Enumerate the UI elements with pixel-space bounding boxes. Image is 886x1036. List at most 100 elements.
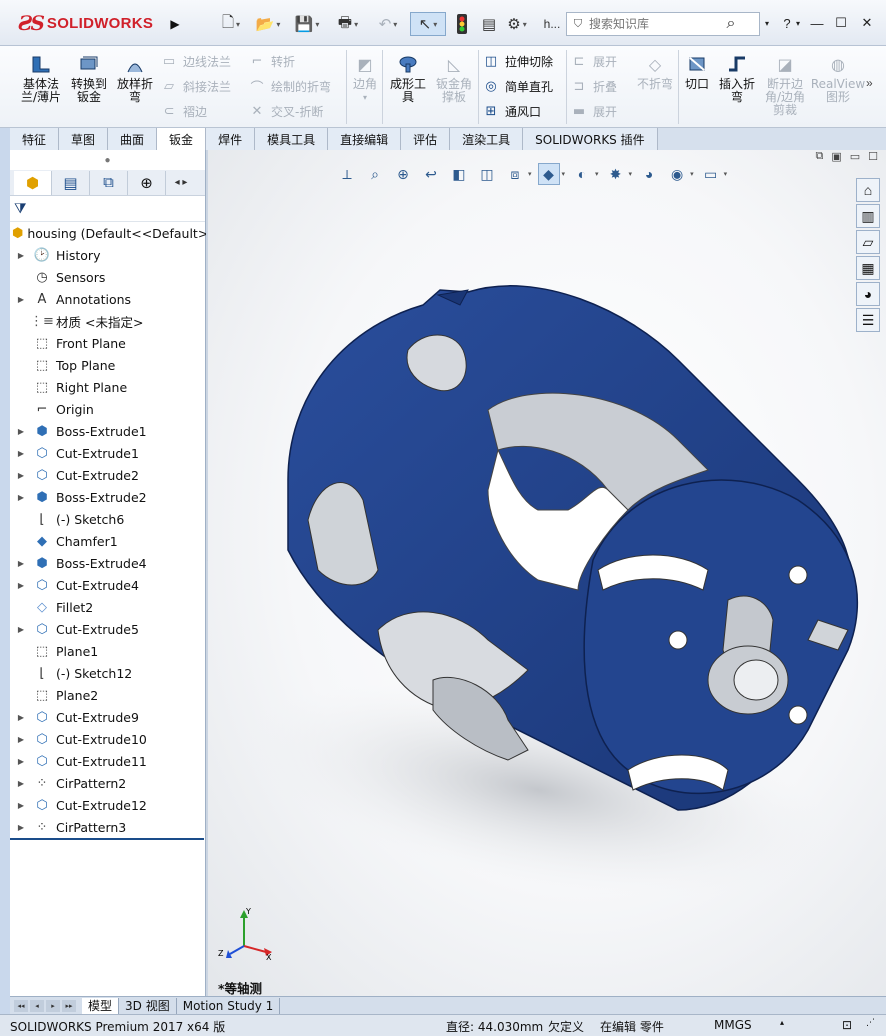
tab-scroll-arrows-icon[interactable]: ◂ ▸ (166, 173, 196, 193)
tree-item-history[interactable]: ▶ 🕑 History (10, 244, 205, 266)
options-gear-icon[interactable]: ⚙ ▾ (502, 12, 532, 36)
print-icon[interactable]: 🖶 ▾ (332, 12, 364, 36)
feature-manager-tab-icon[interactable]: ⬢ (14, 170, 52, 195)
save-icon[interactable]: 💾 ▾ (292, 12, 322, 36)
tree-item-cut-extrude9[interactable]: ▶ ⬡ Cut-Extrude9 (10, 706, 205, 728)
edge-flange-button[interactable]: ▭ 边线法兰 (160, 50, 231, 72)
expand-arrow-icon[interactable]: ▶ (10, 779, 32, 788)
tree-item-origin[interactable]: ⌐ Origin (10, 398, 205, 420)
tree-item-boss-extrude1[interactable]: ▶ ⬢ Boss-Extrude1 (10, 420, 205, 442)
graphics-area[interactable]: ⧉ ▣ ▭ ☐ ⟂ ⌕ ⊕ ↩ ◧ ◫ ⧈ ▾ ◆ ▾ ◐ ▾ ✸ ▾ ◕ ◉ ▾ ▭ ▾ … (208, 150, 886, 996)
maximize-icon[interactable]: ☐ (830, 12, 852, 34)
jog-button[interactable]: ⌐ 转折 (248, 50, 295, 72)
resize-grip-icon[interactable]: ⋰ (866, 1018, 875, 1028)
tree-item-cut-extrude12[interactable]: ▶ ⬡ Cut-Extrude12 (10, 794, 205, 816)
help-dropdown-icon[interactable]: ▾ (792, 12, 804, 34)
vent-button[interactable]: ⊞ 通风口 (482, 100, 541, 122)
expand-arrow-icon[interactable]: ▶ (10, 449, 32, 458)
more-commands-icon[interactable]: » (866, 76, 882, 90)
tab-5[interactable]: 模具工具 (255, 128, 329, 150)
tree-item-cirpattern3[interactable]: ▶ ⁘ CirPattern3 (10, 816, 205, 838)
file-properties-icon[interactable]: ▤ (478, 12, 500, 36)
solidworks-logo[interactable]: ƧS SOLIDWORKS (18, 8, 164, 38)
lofted-bend-button[interactable]: 放样折弯 (112, 52, 158, 104)
tree-item-sensors[interactable]: ◷ Sensors (10, 266, 205, 288)
prev-tab-icon[interactable]: ◂ (30, 999, 44, 1012)
configuration-manager-tab-icon[interactable]: ⧉ (90, 170, 128, 195)
open-folder-icon[interactable]: 📂 ▾ (252, 12, 284, 36)
expand-arrow-icon[interactable]: ▶ (10, 625, 32, 634)
tree-filter[interactable]: ⧩ (10, 196, 205, 222)
tree-item-cirpattern2[interactable]: ▶ ⁘ CirPattern2 (10, 772, 205, 794)
select-cursor-icon[interactable]: ↖ ▾ (410, 12, 446, 36)
tree-root[interactable]: ⬢ housing (Default<<Default>_ (10, 222, 215, 244)
search-icon[interactable]: ⌕ (717, 15, 745, 33)
tree-item-chamfer1[interactable]: ◆ Chamfer1 (10, 530, 205, 552)
tree-item-plane1[interactable]: ⬚ Plane1 (10, 640, 205, 662)
tree-item-front-plane[interactable]: ⬚ Front Plane (10, 332, 205, 354)
rebuild-traffic-light-icon[interactable] (452, 12, 472, 36)
tree-rollback-bar[interactable] (10, 838, 204, 840)
tab-2[interactable]: 曲面 (108, 128, 158, 150)
expand-arrow-icon[interactable]: ▶ (10, 251, 32, 260)
tree-item-cut-extrude1[interactable]: ▶ ⬡ Cut-Extrude1 (10, 442, 205, 464)
break-corner-button[interactable]: ◪ 断开边 角/边角 剪裁 (762, 52, 808, 117)
tree-item-cut-extrude5[interactable]: ▶ ⬡ Cut-Extrude5 (10, 618, 205, 640)
flatten-button[interactable]: ▬ 展开 (570, 100, 617, 122)
menu-expand-arrow-icon[interactable]: ▶ (168, 14, 182, 34)
expand-arrow-icon[interactable]: ▶ (10, 757, 32, 766)
tree-item-boss-extrude4[interactable]: ▶ ⬢ Boss-Extrude4 (10, 552, 205, 574)
units-dropdown-icon[interactable]: ▴ (780, 1018, 784, 1027)
search-input[interactable] (589, 17, 717, 31)
tree-item-cut-extrude10[interactable]: ▶ ⬡ Cut-Extrude10 (10, 728, 205, 750)
last-tab-icon[interactable]: ▸▸ (62, 999, 76, 1012)
expand-arrow-icon[interactable]: ▶ (10, 713, 32, 722)
undo-icon[interactable]: ↶ ▾ (372, 12, 404, 36)
tab-6[interactable]: 直接编辑 (328, 128, 402, 150)
expand-arrow-icon[interactable]: ▶ (10, 735, 32, 744)
tree-item-annotations[interactable]: ▶ A Annotations (10, 288, 205, 310)
tree-item-[interactable]: ⋮≡ 材质 <未指定> (10, 310, 205, 332)
tab-8[interactable]: 渲染工具 (450, 128, 524, 150)
tree-item-top-plane[interactable]: ⬚ Top Plane (10, 354, 205, 376)
bottom-tab-2[interactable]: Motion Study 1 (177, 997, 281, 1014)
tree-item-plane2[interactable]: ⬚ Plane2 (10, 684, 205, 706)
extruded-cut-button[interactable]: ◫ 拉伸切除 (482, 50, 553, 72)
property-manager-tab-icon[interactable]: ▤ (52, 170, 90, 195)
hem-button[interactable]: ⊂ 褶边 (160, 100, 207, 122)
expand-arrow-icon[interactable]: ▶ (10, 471, 32, 480)
bottom-tab-0[interactable]: 模型 (82, 997, 120, 1014)
tree-item-cut-extrude11[interactable]: ▶ ⬡ Cut-Extrude11 (10, 750, 205, 772)
housing-model[interactable] (208, 150, 886, 996)
search-dropdown-icon[interactable]: ▾ (760, 12, 774, 34)
expand-arrow-icon[interactable]: ▶ (10, 493, 32, 502)
expand-arrow-icon[interactable]: ▶ (10, 427, 32, 436)
first-tab-icon[interactable]: ◂◂ (14, 999, 28, 1012)
sheet-metal-gusset-button[interactable]: ◺ 钣金角 撑板 (432, 52, 476, 104)
unfold-button[interactable]: ⊏ 展开 (570, 50, 617, 72)
fold-button[interactable]: ⊐ 折叠 (570, 75, 617, 97)
tab-9[interactable]: SOLIDWORKS 插件 (523, 128, 658, 150)
realview-button[interactable]: ◍ RealView 图形 (810, 52, 866, 104)
tree-item-right-plane[interactable]: ⬚ Right Plane (10, 376, 205, 398)
insert-bends-button[interactable]: 插入折弯 (714, 52, 760, 104)
tree-item-fillet2[interactable]: ◇ Fillet2 (10, 596, 205, 618)
quick-tips-icon[interactable]: ⊡ (842, 1018, 852, 1032)
tree-item-cut-extrude2[interactable]: ▶ ⬡ Cut-Extrude2 (10, 464, 205, 486)
tree-item-boss-extrude2[interactable]: ▶ ⬢ Boss-Extrude2 (10, 486, 205, 508)
new-document-icon[interactable]: 🗋 ▾ (218, 12, 244, 36)
tab-1[interactable]: 草图 (59, 128, 109, 150)
base-flange-button[interactable]: 基体法 兰/薄片 (18, 52, 64, 104)
forming-tool-button[interactable]: 成形工具 (386, 52, 430, 104)
tree-item-sketch12[interactable]: ⌊ (-) Sketch12 (10, 662, 205, 684)
tree-item-cut-extrude4[interactable]: ▶ ⬡ Cut-Extrude4 (10, 574, 205, 596)
tree-item-sketch6[interactable]: ⌊ (-) Sketch6 (10, 508, 205, 530)
rip-button[interactable]: 切口 (682, 52, 712, 91)
simple-hole-button[interactable]: ◎ 简单直孔 (482, 75, 553, 97)
close-icon[interactable]: ✕ (856, 12, 878, 34)
no-bends-button[interactable]: ◇ 不折弯 (634, 52, 676, 91)
tab-3[interactable]: 钣金 (157, 128, 207, 150)
corners-button[interactable]: ◩ 边角 ▾ (350, 52, 380, 104)
bottom-tab-1[interactable]: 3D 视图 (119, 997, 177, 1014)
sketched-bend-button[interactable]: ⌒ 绘制的折弯 (248, 75, 331, 97)
